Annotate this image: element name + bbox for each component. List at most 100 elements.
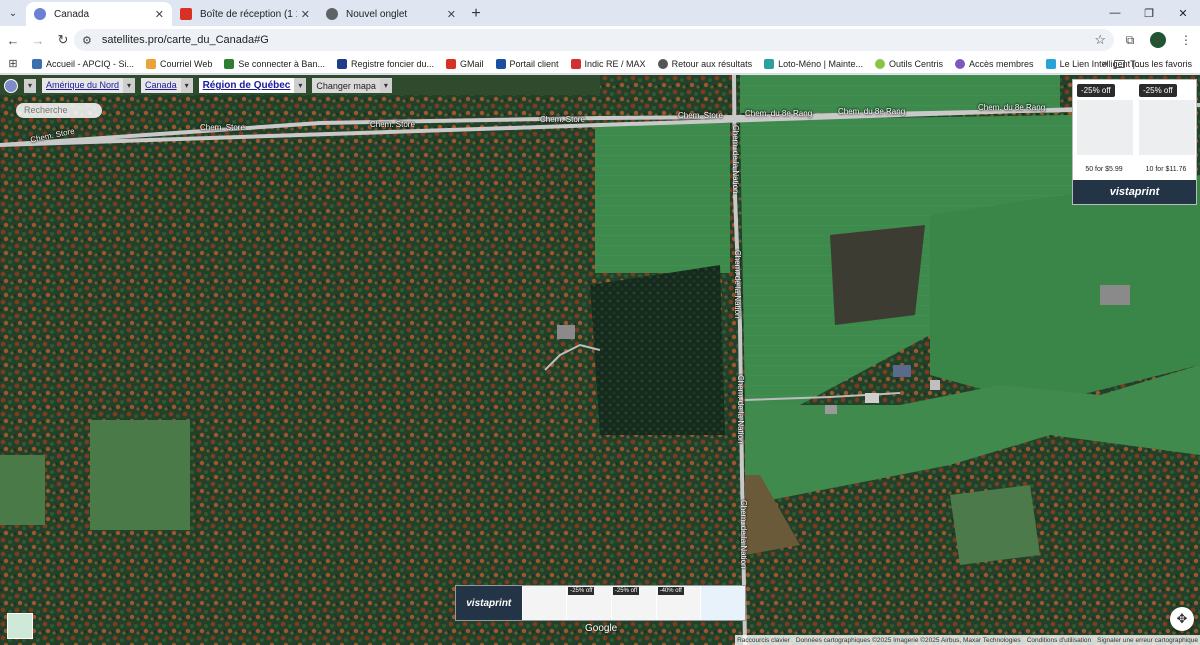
ad-banner-right[interactable]: -25% off 50 for $5.99 -25% off 10 for $1… xyxy=(1072,79,1197,205)
tab-new[interactable]: Nouvel onglet ✕ xyxy=(318,2,464,26)
breadcrumb-link[interactable]: Région de Québec xyxy=(198,78,295,93)
road-label: Chem. de la Nation xyxy=(739,500,748,569)
bookmark-icon xyxy=(764,58,775,69)
clearing xyxy=(0,455,45,525)
window-controls: — ❐ ✕ xyxy=(1098,0,1200,26)
all-bookmarks-button[interactable]: Tous les favoris xyxy=(1113,59,1192,69)
bookmark-item[interactable]: Se connecter à Ban... xyxy=(218,58,331,69)
site-info-icon[interactable]: ⚙ xyxy=(82,34,92,47)
minimize-icon[interactable]: — xyxy=(1098,0,1132,26)
chevron-down-icon[interactable]: ▾ xyxy=(123,78,136,93)
satellite-map[interactable]: Chem. Store Chem. Store Chem. Store Chem… xyxy=(0,75,1200,645)
close-icon[interactable]: ✕ xyxy=(301,8,310,21)
tab-canada[interactable]: Canada ✕ xyxy=(26,2,172,26)
chevron-down-icon: ▾ xyxy=(379,78,392,93)
discount-badge: -40% off xyxy=(657,587,684,595)
bookmark-item[interactable]: Loto-Méno | Mainte... xyxy=(758,58,869,69)
discount-badge: -25% off xyxy=(1077,84,1115,97)
ad-product[interactable]: -25% off 50 for $5.99 xyxy=(1073,80,1135,182)
globe-icon xyxy=(326,8,338,20)
bookmark-icon xyxy=(875,58,886,69)
bookmark-item[interactable]: Indic RE / MAX xyxy=(565,58,652,69)
address-bar[interactable]: ⚙ satellites.pro/carte_du_Canada#G ☆ xyxy=(74,29,1114,51)
bookmark-item[interactable]: Portail client xyxy=(490,58,565,69)
close-icon[interactable]: ✕ xyxy=(155,8,164,21)
bookmark-icon xyxy=(955,58,966,69)
road-label: Chem. du 8e Rang xyxy=(978,103,1046,112)
bookmark-icon xyxy=(446,58,456,69)
globe-icon[interactable] xyxy=(4,78,18,93)
more-bookmarks-button[interactable]: » xyxy=(1102,58,1108,70)
product-image xyxy=(1077,100,1133,155)
bookmark-star-icon[interactable]: ☆ xyxy=(1094,32,1106,48)
bookmark-icon xyxy=(495,58,506,69)
bookmark-icon xyxy=(570,58,581,69)
building xyxy=(893,365,911,377)
browser-toolbar: ← → ↻ ⚙ satellites.pro/carte_du_Canada#G… xyxy=(0,26,1200,54)
new-tab-button[interactable]: + xyxy=(464,2,488,26)
menu-icon[interactable]: ⋮ xyxy=(1172,33,1200,47)
breadcrumb-canada: Canada ▾ xyxy=(141,78,193,93)
field xyxy=(595,123,730,273)
road-label: Chem. de la Nation xyxy=(731,125,740,194)
globe-icon xyxy=(34,8,46,20)
attribution-text: Données cartographiques ©2025 Imagerie ©… xyxy=(795,636,1021,644)
ad-product[interactable]: -25% off 10 for $11.76 xyxy=(1135,80,1197,182)
search-input[interactable]: Recherche xyxy=(16,103,102,118)
maximize-icon[interactable]: ❐ xyxy=(1132,0,1166,26)
tab-gmail[interactable]: Boîte de réception (1 161) - 71 ✕ xyxy=(172,2,318,26)
close-icon[interactable]: ✕ xyxy=(447,8,456,21)
ad-banner-bottom[interactable]: vistaprint -25% off -25% off -40% off xyxy=(455,585,746,621)
vistaprint-logo[interactable]: vistaprint xyxy=(1073,180,1196,204)
toolbar-right: ⧉ M ⋮ xyxy=(1116,26,1200,54)
breadcrumb-north-america: Amérique du Nord ▾ xyxy=(42,78,136,93)
road-label: Chem. Store xyxy=(200,123,245,132)
gmail-icon xyxy=(180,8,192,20)
apps-grid-icon[interactable]: ⊞ xyxy=(0,57,26,70)
report-error-link[interactable]: Signaler une erreur cartographique xyxy=(1097,637,1198,644)
breadcrumb-link[interactable]: Amérique du Nord xyxy=(42,78,124,93)
bookmark-item[interactable]: Accès membres xyxy=(949,58,1040,69)
minimap-thumbnail[interactable] xyxy=(7,613,33,639)
extensions-icon[interactable]: ⧉ xyxy=(1116,33,1144,48)
close-window-icon[interactable]: ✕ xyxy=(1166,0,1200,26)
forward-icon[interactable]: → xyxy=(26,28,50,52)
road-label: Chem. Store xyxy=(540,115,585,124)
plowed-field xyxy=(830,225,925,325)
fullscreen-icon[interactable]: ✥ xyxy=(1170,607,1194,631)
building xyxy=(865,393,879,403)
back-icon[interactable]: ← xyxy=(1,28,25,52)
bookmark-item[interactable]: Outils Centris xyxy=(869,58,949,69)
avatar[interactable]: M xyxy=(1150,32,1166,48)
change-map-label: Changer mapa xyxy=(316,80,376,91)
chevron-down-icon[interactable]: ▾ xyxy=(24,78,36,93)
satellite-imagery xyxy=(0,75,1200,645)
tab-search-button[interactable]: ⌄ xyxy=(0,0,26,26)
tab-title: Canada xyxy=(54,8,90,20)
reload-icon[interactable]: ↻ xyxy=(51,28,75,52)
change-map-dropdown[interactable]: Changer mapa ▾ xyxy=(312,78,392,93)
terms-link[interactable]: Conditions d'utilisation xyxy=(1027,637,1091,644)
bookmark-item[interactable]: GMail xyxy=(440,58,490,69)
chevron-down-icon[interactable]: ▾ xyxy=(294,78,307,93)
folder-icon xyxy=(1113,59,1125,68)
ad-product[interactable]: -25% off xyxy=(567,586,611,620)
building xyxy=(557,325,575,339)
bookmark-item[interactable]: Registre foncier du... xyxy=(331,58,440,69)
ad-product[interactable]: -25% off xyxy=(611,586,656,620)
bookmark-item[interactable]: Retour aux résultats xyxy=(652,58,759,69)
ad-product[interactable]: -40% off xyxy=(656,586,701,620)
chevron-down-icon[interactable]: ▾ xyxy=(180,78,193,93)
ad-product[interactable] xyxy=(701,586,745,620)
bookmark-item[interactable]: Courriel Web xyxy=(140,58,218,69)
vistaprint-logo[interactable]: vistaprint xyxy=(456,586,522,620)
breadcrumb-link[interactable]: Canada xyxy=(141,78,181,93)
clearing xyxy=(950,485,1040,565)
conifer-plantation xyxy=(590,265,725,435)
ad-product[interactable] xyxy=(522,586,567,620)
tab-title: Nouvel onglet xyxy=(346,8,408,20)
breadcrumb-region-quebec: Région de Québec ▾ xyxy=(198,78,307,93)
bookmark-item[interactable]: Accueil - APCIQ - Si... xyxy=(26,58,140,69)
keyboard-shortcuts-link[interactable]: Raccourcis clavier xyxy=(737,637,790,644)
road-label: Chem. de la Nation xyxy=(733,250,742,319)
